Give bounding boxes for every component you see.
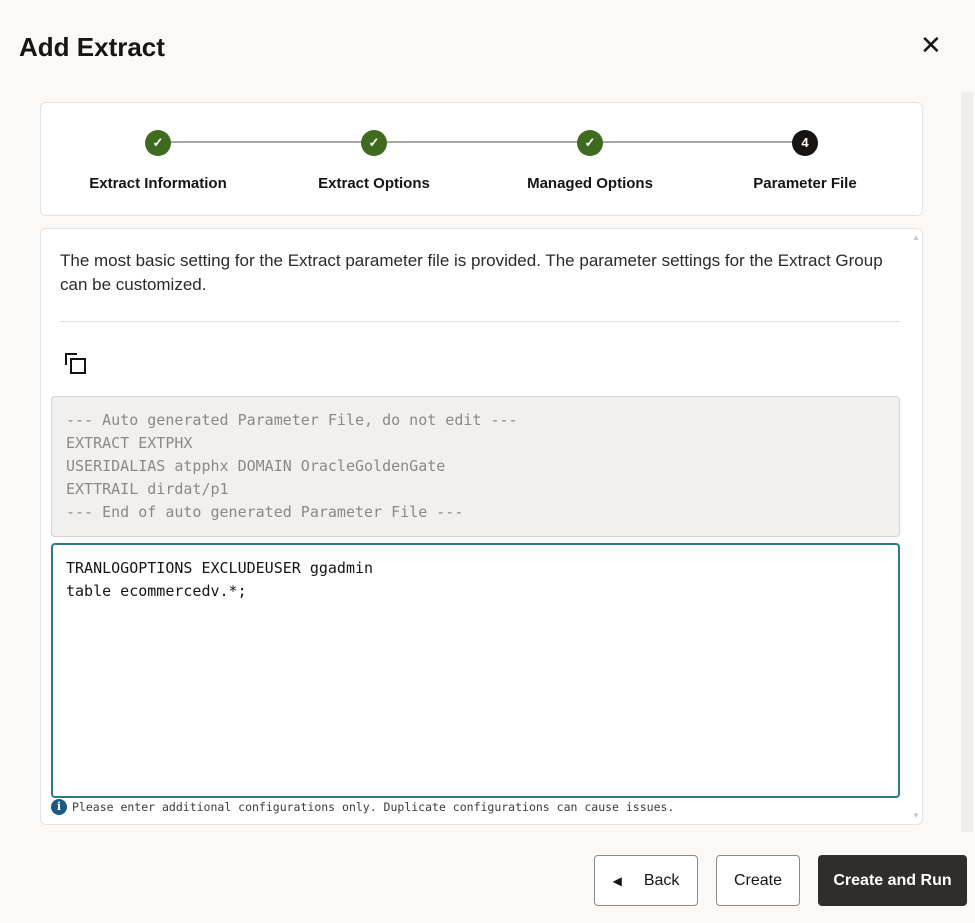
step-label: Parameter File: [753, 175, 857, 192]
create-and-run-button[interactable]: Create and Run: [818, 855, 967, 906]
step-extract-options[interactable]: ✓ Extract Options: [274, 130, 474, 192]
step-parameter-file[interactable]: 4 Parameter File: [705, 130, 905, 192]
step-label: Managed Options: [527, 175, 653, 192]
parameter-file-panel: The most basic setting for the Extract p…: [40, 228, 923, 825]
auto-generated-params: --- Auto generated Parameter File, do no…: [51, 396, 900, 537]
dialog-scrollbar[interactable]: [961, 92, 973, 832]
check-icon: ✓: [361, 130, 387, 156]
back-button[interactable]: ◀ Back: [594, 855, 698, 906]
check-icon: ✓: [577, 130, 603, 156]
step-managed-options[interactable]: ✓ Managed Options: [490, 130, 690, 192]
step-number: 4: [792, 130, 818, 156]
hint: i Please enter additional configurations …: [51, 799, 674, 815]
info-icon: i: [51, 799, 67, 815]
back-label: Back: [643, 871, 680, 889]
description: The most basic setting for the Extract p…: [60, 251, 883, 294]
parameter-editor[interactable]: [51, 543, 900, 798]
dialog-title: Add Extract: [19, 32, 165, 62]
create-button[interactable]: Create: [716, 855, 800, 906]
copy-icon[interactable]: [63, 351, 89, 377]
scrollbar[interactable]: ▲ ▼: [912, 233, 920, 820]
step-extract-information[interactable]: ✓ Extract Information: [58, 130, 258, 192]
step-train: ✓ Extract Information ✓ Extract Options ✓ M…: [40, 102, 923, 216]
divider: [60, 321, 900, 322]
step-label: Extract Information: [89, 175, 227, 192]
close-icon[interactable]: ✕: [920, 32, 942, 58]
hint-text: Please enter additional configurations o…: [72, 800, 675, 814]
caret-left-icon: ◀: [612, 873, 622, 888]
step-label: Extract Options: [318, 175, 430, 192]
check-icon: ✓: [145, 130, 171, 156]
